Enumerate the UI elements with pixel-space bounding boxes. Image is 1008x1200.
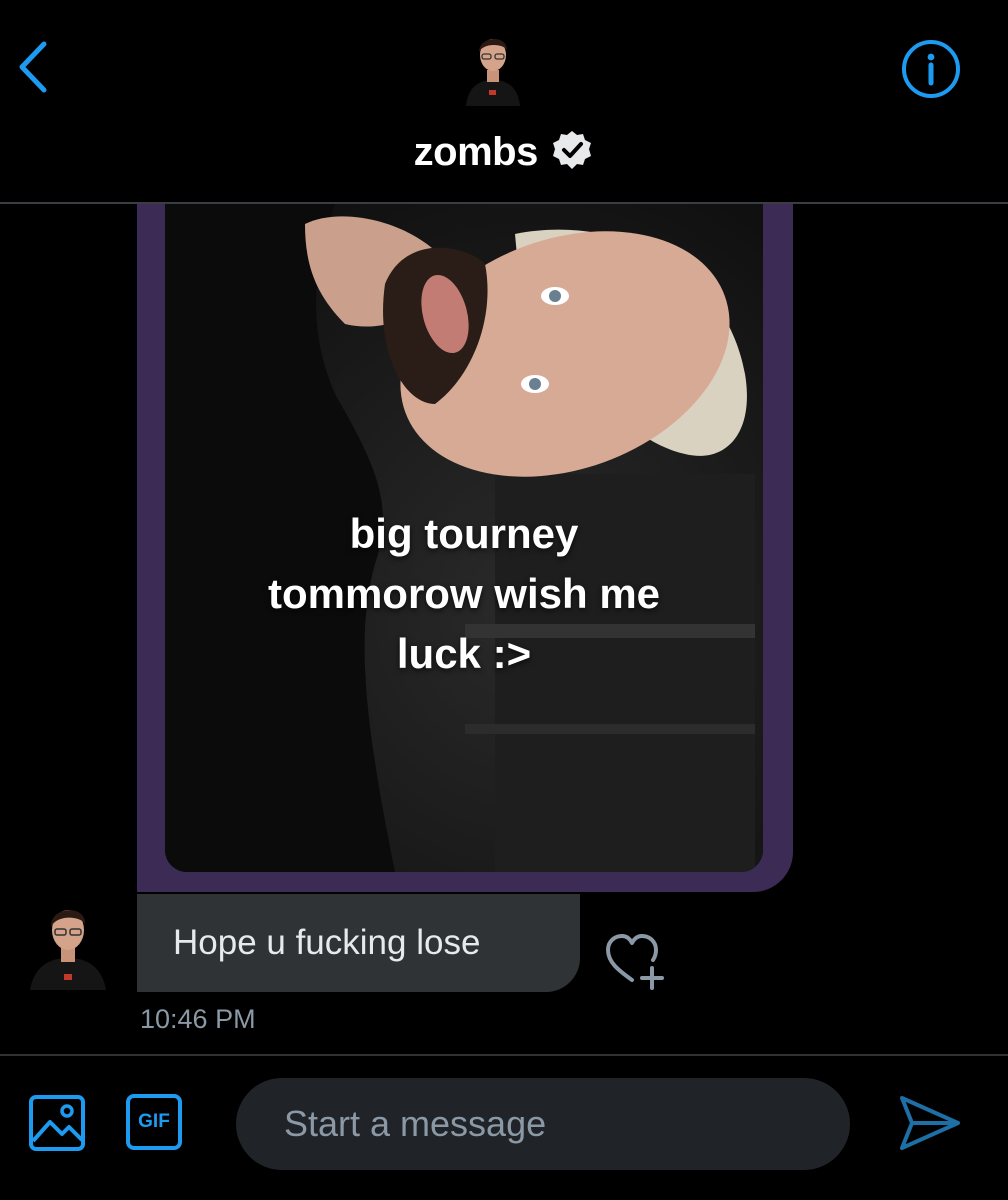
gif-button[interactable]: GIF — [126, 1094, 182, 1150]
caption-line: luck :> — [396, 630, 532, 677]
message-text: Hope u fucking lose — [173, 923, 481, 962]
media-caption: big tourney tommorow wish me luck :> — [165, 504, 763, 684]
message-input[interactable] — [236, 1078, 850, 1170]
back-button[interactable] — [14, 38, 54, 96]
contact-avatar[interactable] — [460, 30, 526, 106]
shared-media-photo[interactable]: big tourney tommorow wish me luck :> — [165, 204, 763, 872]
conversation-info-button[interactable] — [900, 38, 962, 100]
message-bubble[interactable]: Hope u fucking lose — [137, 894, 580, 992]
message-timestamp: 10:46 PM — [140, 1004, 256, 1034]
contact-name: zombs — [413, 130, 539, 174]
caption-line: big tourney — [349, 510, 579, 557]
add-photo-button[interactable] — [28, 1094, 86, 1152]
react-button[interactable] — [600, 928, 668, 994]
send-icon — [900, 1096, 960, 1150]
sender-avatar[interactable] — [26, 900, 110, 990]
verified-badge-icon — [550, 128, 594, 172]
send-button[interactable] — [896, 1092, 962, 1154]
conversation-header: zombs — [0, 0, 1008, 202]
contact-title[interactable]: zombs — [0, 130, 1008, 184]
chevron-left-icon — [19, 41, 47, 93]
dm-conversation-screen: zombs big tourney tommorow wish me luck … — [0, 0, 1008, 1200]
caption-line: tommorow wish me — [267, 570, 661, 617]
heart-plus-icon — [606, 934, 664, 990]
image-icon — [29, 1095, 85, 1151]
info-icon — [902, 40, 960, 98]
